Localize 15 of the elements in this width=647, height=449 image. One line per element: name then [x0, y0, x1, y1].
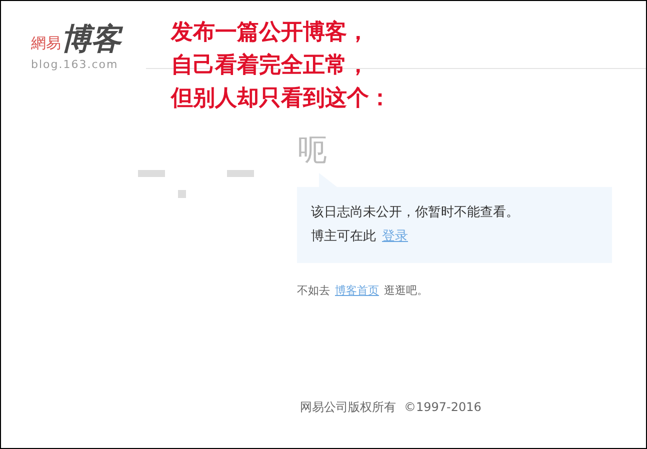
notice-text: 该日志尚未公开，你暂时不能查看。 [311, 204, 520, 222]
logo-domain: blog.163.com [31, 59, 118, 70]
copyright-years: ©1997-2016 [404, 399, 482, 415]
logo-title: 博客 [61, 25, 121, 55]
notice-text: 博主可在此 [311, 228, 376, 246]
login-link[interactable]: 登录 [382, 227, 408, 247]
suggestion-text: 不如去 [297, 283, 330, 299]
annotation-text: 发布一篇公开博客， [171, 18, 370, 47]
copyright-text: 网易公司版权所有 [300, 399, 396, 415]
annotation-text: 但别人却只看到这个： [171, 84, 391, 113]
suggestion-text: 逛逛吧。 [384, 283, 428, 299]
heading: 呃 [297, 136, 327, 166]
logo-subtitle: 網易 [31, 36, 61, 51]
annotation-text: 自己看着完全正常， [171, 51, 370, 80]
blog-home-link[interactable]: 博客首页 [335, 283, 379, 299]
